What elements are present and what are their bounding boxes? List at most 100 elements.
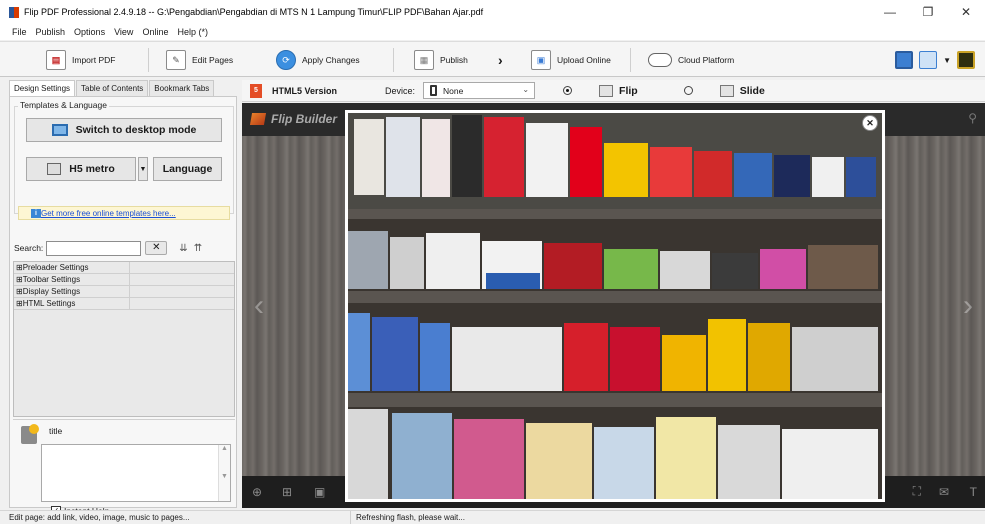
search-input[interactable] <box>46 240 142 256</box>
shelf-photo-graphic <box>348 113 882 499</box>
publish-label: Publish <box>440 55 468 65</box>
import-pdf-button[interactable]: ▤ Import PDF <box>46 49 115 71</box>
help-scrollbar[interactable]: ▲ ▼ <box>218 445 230 501</box>
template-select-button[interactable]: H5 metro <box>26 157 136 181</box>
status-middle-text: Refreshing flash, please wait... <box>356 513 465 522</box>
monitor-icon <box>51 124 68 136</box>
publish-icon: ▦ <box>414 50 434 70</box>
refresh-icon: ⟳ <box>276 50 296 70</box>
edit-pages-icon: ✎ <box>166 50 186 70</box>
edit-pages-button[interactable]: ✎ Edit Pages <box>166 49 233 71</box>
minimize-button[interactable]: — <box>871 0 909 24</box>
html-settings-item[interactable]: ⊞HTML Settings <box>14 298 130 309</box>
main-toolbar: ▤ Import PDF ✎ Edit Pages ⟳ Apply Change… <box>0 41 985 77</box>
search-row: Search: ✕ ⇊ ⇈ <box>10 239 238 257</box>
status-bar: Edit page: add link, video, image, music… <box>0 510 985 524</box>
help-title: title <box>49 426 63 436</box>
upload-online-button[interactable]: ▣ Upload Online <box>531 49 611 71</box>
image-popup <box>345 110 885 502</box>
menu-publish[interactable]: Publish <box>36 27 66 37</box>
search-label: Search: <box>14 243 44 253</box>
flipbuilder-logo-icon <box>249 113 267 125</box>
menu-view[interactable]: View <box>114 27 133 37</box>
desktop-view-icon[interactable] <box>895 51 914 69</box>
slide-label: Slide <box>739 84 765 97</box>
window-title: Flip PDF Professional 2.4.9.18 -- G:\Pen… <box>24 7 484 17</box>
menu-help[interactable]: Help (*) <box>177 27 208 37</box>
menu-options[interactable]: Options <box>74 27 105 37</box>
display-settings-item[interactable]: ⊞Display Settings <box>14 286 130 297</box>
menu-online[interactable]: Online <box>142 27 168 37</box>
flip-label: Flip <box>619 84 638 97</box>
cloud-platform-button[interactable]: Cloud Platform <box>648 49 734 71</box>
next-page-icon[interactable]: › <box>963 289 973 323</box>
html5-version-label: HTML5 Version <box>272 85 338 96</box>
prev-page-icon[interactable]: ‹ <box>254 289 264 323</box>
template-icon <box>47 163 62 175</box>
more-templates-label: Get more free online templates here... <box>41 208 176 218</box>
template-name-label: H5 metro <box>69 163 115 175</box>
device-label: Device: <box>385 85 416 96</box>
title-bar: Flip PDF Professional 2.4.9.18 -- G:\Pen… <box>0 0 985 24</box>
shop-shelf-photo <box>348 113 882 499</box>
toolbar-divider <box>148 48 149 72</box>
cloud-platform-label: Cloud Platform <box>678 55 735 65</box>
list-item[interactable]: ⊞Display Settings <box>14 286 234 298</box>
clear-search-button[interactable]: ✕ <box>145 241 168 255</box>
zoom-in-icon[interactable]: ⊕ <box>252 485 262 499</box>
slide-radio[interactable] <box>683 86 693 95</box>
html5-icon: 5 <box>250 83 262 98</box>
expand-all-icon[interactable]: ⇊ <box>179 243 187 254</box>
toolbar-divider <box>630 48 631 72</box>
menu-file[interactable]: File <box>12 27 27 37</box>
list-item[interactable]: ⊞Toolbar Settings <box>14 274 234 286</box>
apply-changes-label: Apply Changes <box>302 55 360 65</box>
upload-online-label: Upload Online <box>557 55 611 65</box>
window-controls: — ❐ ✕ <box>871 0 985 24</box>
close-window-button[interactable]: ✕ <box>947 0 985 24</box>
help-text-box[interactable]: ▲ ▼ <box>41 444 231 502</box>
settings-tree: ⊞Preloader Settings ⊞Toolbar Settings ⊞D… <box>13 261 235 417</box>
preloader-settings-item[interactable]: ⊞Preloader Settings <box>14 262 130 273</box>
left-tabs: Design Settings Table of Contents Bookma… <box>9 80 215 96</box>
thumbnails-icon[interactable]: ⊞ <box>282 485 292 499</box>
text-icon[interactable]: T <box>970 485 977 499</box>
email-icon[interactable]: ✉ <box>939 485 949 499</box>
flipbook-logo-text: Flip Builder <box>271 112 337 126</box>
status-divider <box>350 511 351 524</box>
switch-desktop-label: Switch to desktop mode <box>75 124 197 136</box>
flipbook-search-icon[interactable]: ⚲ <box>877 111 977 129</box>
flip-radio[interactable] <box>563 86 573 95</box>
device-select[interactable]: None ⌄ <box>423 82 536 99</box>
list-item[interactable]: ⊞HTML Settings <box>14 298 234 310</box>
switch-desktop-button[interactable]: Switch to desktop mode <box>26 118 222 142</box>
film-icon[interactable] <box>957 51 975 69</box>
apply-changes-button[interactable]: ⟳ Apply Changes <box>276 49 360 71</box>
tab-design-settings[interactable]: Design Settings <box>9 80 76 96</box>
publish-button[interactable]: ▦ Publish <box>414 49 468 71</box>
cloud-icon <box>648 53 672 67</box>
chevron-down-icon: ⌄ <box>522 85 530 94</box>
slide-mode-icon <box>719 84 734 97</box>
device-value: None <box>443 85 464 96</box>
close-popup-button[interactable]: ✕ <box>862 115 878 131</box>
mobile-view-icon[interactable] <box>919 51 938 69</box>
list-item[interactable]: ⊞Preloader Settings <box>14 262 234 274</box>
import-pdf-label: Import PDF <box>72 55 116 65</box>
chevron-right-icon: › <box>498 52 503 68</box>
contents-icon[interactable]: ▣ <box>314 485 325 499</box>
phone-icon <box>430 85 438 96</box>
template-dropdown-button[interactable]: ▼ <box>138 157 148 181</box>
more-templates-link[interactable]: i Get more free online templates here... <box>18 206 230 220</box>
upload-icon: ▣ <box>531 50 551 70</box>
tab-bookmark-tabs[interactable]: Bookmark Tabs <box>149 80 215 96</box>
app-icon <box>9 6 19 18</box>
collapse-all-icon[interactable]: ⇈ <box>194 243 202 254</box>
menu-bar: File Publish Options View Online Help (*… <box>0 24 985 40</box>
language-button[interactable]: Language <box>153 157 222 181</box>
tab-table-of-contents[interactable]: Table of Contents <box>76 80 149 96</box>
toolbar-settings-item[interactable]: ⊞Toolbar Settings <box>14 274 130 285</box>
maximize-button[interactable]: ❐ <box>909 0 947 24</box>
fullscreen-icon[interactable]: ⛶ <box>913 484 921 499</box>
dropdown-arrow-icon[interactable]: ▼ <box>943 56 951 65</box>
